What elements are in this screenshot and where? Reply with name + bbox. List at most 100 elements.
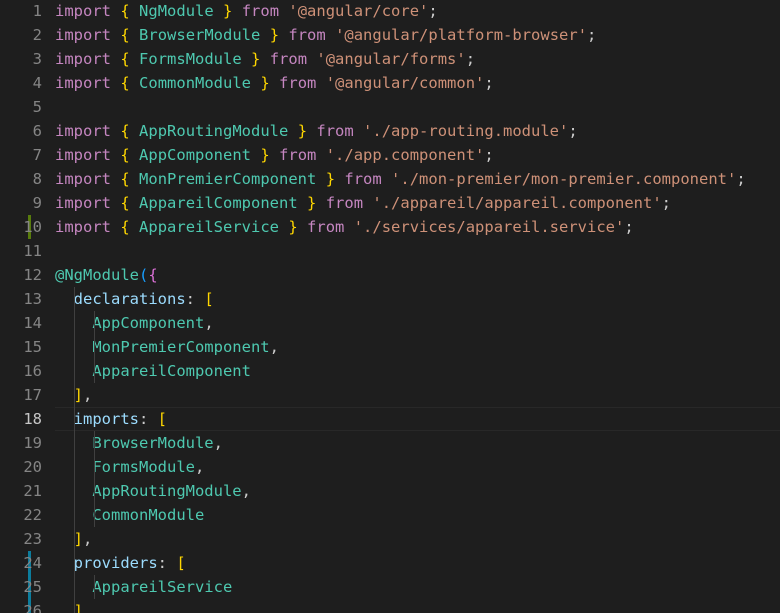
token: AppComponent xyxy=(92,314,205,332)
code-line-10[interactable]: import { AppareilService } from './servi… xyxy=(0,215,780,239)
line-number-23[interactable]: 23 xyxy=(0,527,42,551)
token: './app-routing.module' xyxy=(363,122,569,140)
code-line-1[interactable]: import { NgModule } from '@angular/core'… xyxy=(0,0,780,23)
code-line-12[interactable]: @NgModule({ xyxy=(0,263,780,287)
token: ] xyxy=(73,602,84,613)
code-line-16[interactable]: AppareilComponent xyxy=(0,359,780,383)
code-line-18[interactable]: imports: [ xyxy=(0,407,780,431)
line-number-8[interactable]: 8 xyxy=(0,167,42,191)
token: { xyxy=(120,218,130,236)
line-number-18[interactable]: 18 xyxy=(0,407,42,431)
code-line-7[interactable]: import { AppComponent } from './app.comp… xyxy=(0,143,780,167)
line-number-20[interactable]: 20 xyxy=(0,455,42,479)
code-line-19[interactable]: BrowserModule, xyxy=(0,431,780,455)
code-line-3[interactable]: import { FormsModule } from '@angular/fo… xyxy=(0,47,780,71)
token: ; xyxy=(624,218,634,236)
token: , xyxy=(194,458,205,476)
token: import xyxy=(55,74,111,92)
code-line-24[interactable]: providers: [ xyxy=(0,551,780,575)
token: import xyxy=(55,26,111,44)
code-editor[interactable]: import { NgModule } from '@angular/core'… xyxy=(0,0,780,613)
line-number-6[interactable]: 6 xyxy=(0,119,42,143)
code-line-20[interactable]: FormsModule, xyxy=(0,455,780,479)
token: './appareil/appareil.component' xyxy=(372,194,662,212)
token: import xyxy=(55,146,111,164)
token: } xyxy=(269,26,280,44)
indent-guide xyxy=(74,287,75,613)
code-line-8[interactable]: import { MonPremierComponent } from './m… xyxy=(0,167,780,191)
code-line-11[interactable] xyxy=(0,239,780,263)
line-number-11[interactable]: 11 xyxy=(0,239,42,263)
line-number-21[interactable]: 21 xyxy=(0,479,42,503)
token: ; xyxy=(484,146,494,164)
code-line-21[interactable]: AppRoutingModule, xyxy=(0,479,780,503)
token: CommonModule xyxy=(139,74,252,92)
line-number-14[interactable]: 14 xyxy=(0,311,42,335)
line-number-2[interactable]: 2 xyxy=(0,23,42,47)
line-number-gutter[interactable]: 1 2 3 4 5 6 7 8 9 10 11 12 13 14 15 16 17 18 19 20 21 22 23 24 2… xyxy=(0,0,55,613)
token: from xyxy=(307,218,345,236)
code-line-5[interactable] xyxy=(0,95,780,119)
token: AppRoutingModule xyxy=(92,482,242,500)
token: , xyxy=(83,602,93,613)
code-line-2[interactable]: import { BrowserModule } from '@angular/… xyxy=(0,23,780,47)
line-number-10[interactable]: 10 xyxy=(0,215,42,239)
code-line-17[interactable]: ], xyxy=(0,383,780,407)
line-number-3[interactable]: 3 xyxy=(0,47,42,71)
code-line-6[interactable]: import { AppRoutingModule } from './app-… xyxy=(0,119,780,143)
line-number-12[interactable]: 12 xyxy=(0,263,42,287)
code-line-26[interactable]: ], xyxy=(0,599,780,613)
token: } xyxy=(260,146,270,164)
token: } xyxy=(297,122,308,140)
token: { xyxy=(120,146,130,164)
code-line-13[interactable]: declarations: [ xyxy=(0,287,780,311)
code-line-9[interactable]: import { AppareilComponent } from './app… xyxy=(0,191,780,215)
token: ; xyxy=(587,26,597,44)
line-number-1[interactable]: 1 xyxy=(0,0,42,23)
line-number-17[interactable]: 17 xyxy=(0,383,42,407)
code-line-14[interactable]: AppComponent, xyxy=(0,311,780,335)
token: import xyxy=(55,122,111,140)
code-content[interactable]: import { NgModule } from '@angular/core'… xyxy=(0,0,780,613)
code-line-22[interactable]: CommonModule xyxy=(0,503,780,527)
line-number-16[interactable]: 16 xyxy=(0,359,42,383)
line-number-5[interactable]: 5 xyxy=(0,95,42,119)
line-number-7[interactable]: 7 xyxy=(0,143,42,167)
line-number-19[interactable]: 19 xyxy=(0,431,42,455)
line-number-25[interactable]: 25 xyxy=(0,575,42,599)
token: '@angular/common' xyxy=(325,74,485,92)
line-number-24[interactable]: 24 xyxy=(0,551,42,575)
token: import xyxy=(55,218,111,236)
token: { xyxy=(120,194,130,212)
code-line-25[interactable]: AppareilService xyxy=(0,575,780,599)
line-number-13[interactable]: 13 xyxy=(0,287,42,311)
token: imports xyxy=(73,410,139,428)
code-line-23[interactable]: ], xyxy=(0,527,780,551)
token: AppComponent xyxy=(139,146,252,164)
line-number-15[interactable]: 15 xyxy=(0,335,42,359)
line-number-4[interactable]: 4 xyxy=(0,71,42,95)
token: : xyxy=(139,410,158,428)
token: './mon-premier/mon-premier.component' xyxy=(391,170,737,188)
token: AppareilComponent xyxy=(139,194,298,212)
code-line-4[interactable]: import { CommonModule } from '@angular/c… xyxy=(0,71,780,95)
token: ( xyxy=(139,266,149,284)
code-line-15[interactable]: MonPremierComponent, xyxy=(0,335,780,359)
line-number-26[interactable]: 26 xyxy=(0,599,42,613)
line-number-9[interactable]: 9 xyxy=(0,191,42,215)
indent-guide xyxy=(94,431,95,527)
line-number-22[interactable]: 22 xyxy=(0,503,42,527)
token: { xyxy=(120,50,130,68)
